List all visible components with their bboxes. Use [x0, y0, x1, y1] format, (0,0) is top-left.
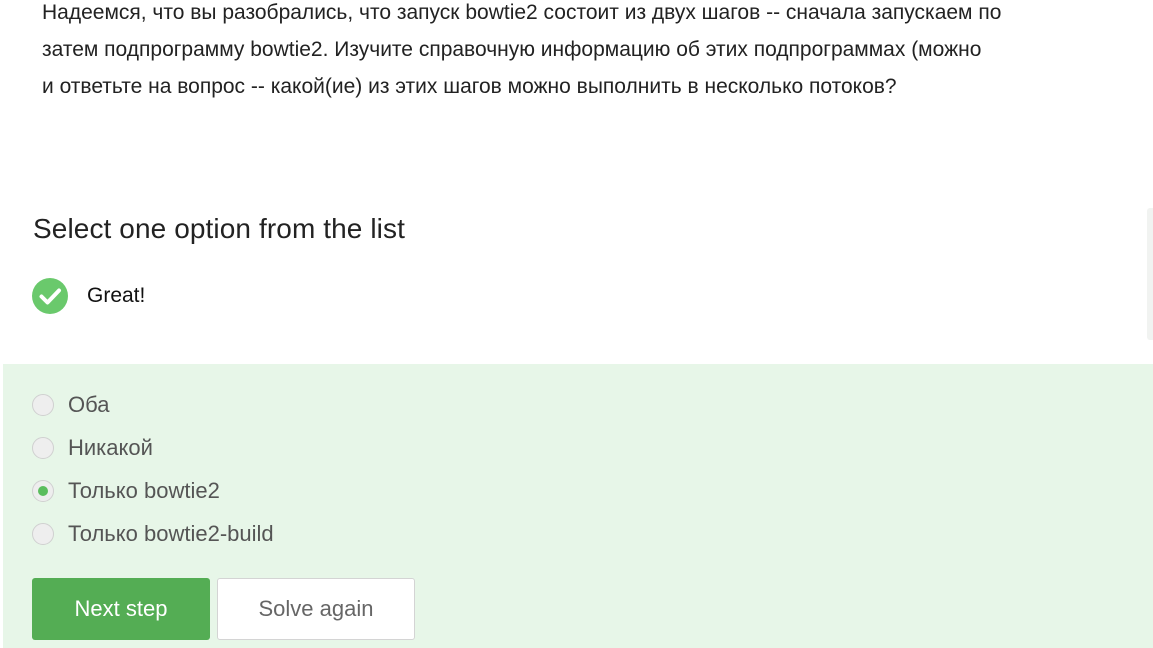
question-line-3: и ответьте на вопрос -- какой(ие) из эти…: [42, 75, 897, 98]
radio-button[interactable]: [32, 523, 54, 545]
option-none[interactable]: Никакой: [32, 430, 153, 466]
radio-button[interactable]: [32, 394, 54, 416]
option-label: Никакой: [68, 435, 153, 460]
check-circle-icon: [32, 278, 68, 314]
question-line-2: затем подпрограмму bowtie2. Изучите спра…: [42, 38, 982, 61]
solve-again-button[interactable]: Solve again: [217, 578, 415, 640]
option-only-bowtie2-build[interactable]: Только bowtie2-build: [32, 516, 274, 552]
quiz-heading: Select one option from the list: [33, 213, 405, 244]
radio-button-selected[interactable]: [32, 480, 54, 502]
option-only-bowtie2[interactable]: Только bowtie2: [32, 473, 220, 509]
option-both[interactable]: Оба: [32, 387, 109, 423]
question-text: Надеемся, что вы разобрались, что запуск…: [42, 0, 1153, 105]
question-line-1: Надеемся, что вы разобрались, что запуск…: [42, 1, 1002, 24]
radio-button[interactable]: [32, 437, 54, 459]
side-panel-edge: [1147, 208, 1153, 340]
feedback-text: Great!: [87, 284, 146, 307]
options-panel: Оба Никакой Только bowtie2 Только bowtie…: [3, 364, 1153, 648]
option-label: Оба: [68, 392, 110, 417]
feedback-message: Great!: [32, 278, 145, 314]
page: Надеемся, что вы разобрались, что запуск…: [0, 0, 1153, 648]
option-label: Только bowtie2-build: [68, 521, 274, 546]
option-label: Только bowtie2: [68, 478, 220, 503]
next-step-button[interactable]: Next step: [32, 578, 210, 640]
